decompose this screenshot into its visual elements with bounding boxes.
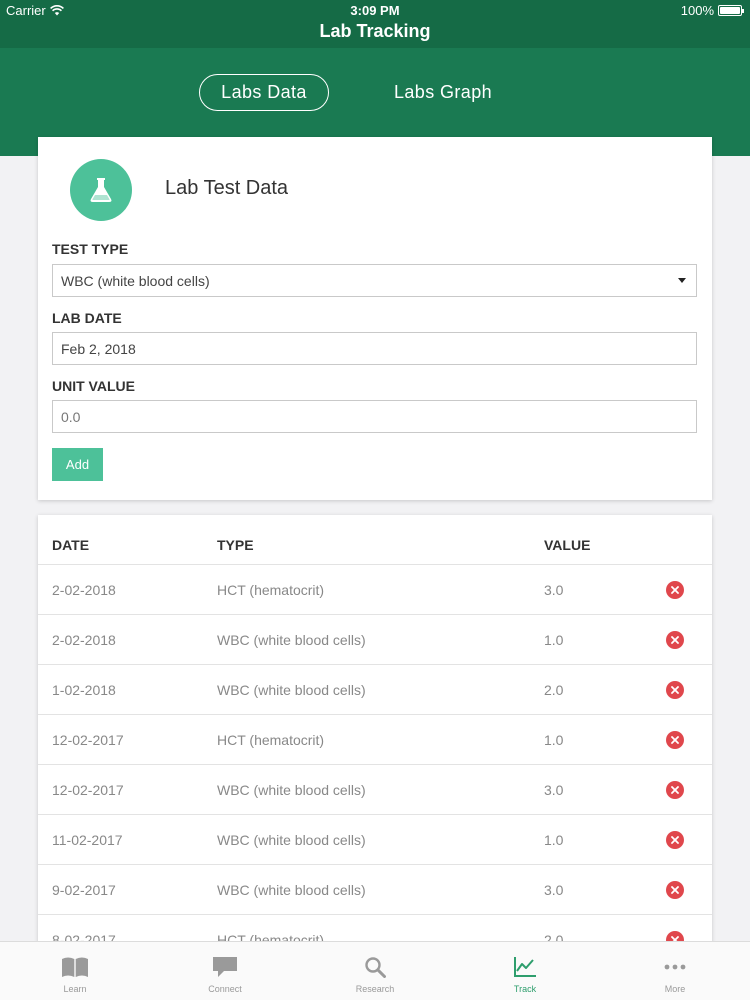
lab-results-table: DATE TYPE VALUE 2-02-2018 HCT (hematocrit… (38, 515, 712, 955)
line-chart-icon (514, 957, 536, 977)
more-dots-icon (664, 964, 686, 970)
column-header-type: TYPE (217, 537, 254, 553)
tab-learn[interactable]: Learn (0, 942, 150, 1000)
tab-research[interactable]: Research (300, 942, 450, 1000)
table-row: 11-02-2017 WBC (white blood cells) 1.0 (38, 815, 712, 865)
form-title: Lab Test Data (165, 177, 289, 199)
book-icon (62, 957, 88, 977)
table-row: 12-02-2017 HCT (hematocrit) 1.0 (38, 715, 712, 765)
close-icon (671, 736, 679, 744)
row-value: 2.0 (544, 682, 564, 698)
delete-button[interactable] (666, 881, 684, 899)
flask-icon (70, 159, 132, 221)
tab-track-label: Track (513, 984, 537, 994)
close-icon (671, 886, 679, 894)
row-date: 2-02-2018 (52, 582, 116, 598)
row-value: 1.0 (544, 632, 564, 648)
row-type: HCT (hematocrit) (217, 582, 325, 598)
delete-button[interactable] (666, 631, 684, 649)
row-date: 1-02-2018 (52, 682, 116, 698)
add-button[interactable]: Add (52, 448, 103, 481)
battery-info: 100% (680, 3, 744, 18)
row-date: 2-02-2018 (52, 632, 116, 648)
close-icon (671, 636, 679, 644)
close-icon (671, 836, 679, 844)
unit-value-label: UNIT VALUE (52, 378, 135, 394)
unit-value-field[interactable] (52, 400, 697, 433)
row-type: WBC (white blood cells) (217, 632, 366, 648)
table-row: 2-02-2018 WBC (white blood cells) 1.0 (38, 615, 712, 665)
tab-labs-data[interactable]: Labs Data (199, 74, 329, 111)
bottom-tab-bar: Learn Connect Research Track More (0, 941, 750, 1000)
battery-percent: 100% (680, 3, 714, 18)
delete-button[interactable] (666, 581, 684, 599)
status-bar: Carrier 3:09 PM 100% (0, 0, 750, 20)
column-header-value: VALUE (544, 537, 591, 553)
test-type-label: TEST TYPE (52, 241, 129, 257)
close-icon (671, 586, 679, 594)
delete-button[interactable] (666, 731, 684, 749)
column-header-date: DATE (52, 537, 90, 553)
row-date: 12-02-2017 (52, 732, 124, 748)
table-row: 12-02-2017 WBC (white blood cells) 3.0 (38, 765, 712, 815)
delete-button[interactable] (666, 831, 684, 849)
tab-more-label: More (664, 984, 686, 994)
row-value: 1.0 (544, 832, 564, 848)
status-time: 3:09 PM (350, 3, 400, 18)
tab-research-label: Research (355, 984, 395, 994)
row-value: 3.0 (544, 882, 564, 898)
close-icon (671, 786, 679, 794)
tab-labs-graph[interactable]: Labs Graph (378, 74, 508, 111)
row-value: 3.0 (544, 782, 564, 798)
lab-date-field[interactable] (52, 332, 697, 365)
page-title: Lab Tracking (319, 21, 431, 41)
table-row: 1-02-2018 WBC (white blood cells) 2.0 (38, 665, 712, 715)
row-type: WBC (white blood cells) (217, 882, 366, 898)
row-date: 11-02-2017 (52, 832, 123, 848)
table-row: 9-02-2017 WBC (white blood cells) 3.0 (38, 865, 712, 915)
delete-button[interactable] (666, 681, 684, 699)
tab-more[interactable]: More (600, 942, 750, 1000)
test-type-value: WBC (white blood cells) (61, 272, 210, 289)
tab-connect[interactable]: Connect (150, 942, 300, 1000)
table-header: DATE TYPE VALUE (38, 515, 712, 565)
test-type-select[interactable]: WBC (white blood cells) (52, 264, 697, 297)
row-date: 12-02-2017 (52, 782, 124, 798)
lab-test-form-card: Lab Test Data TEST TYPE WBC (white blood… (38, 137, 712, 500)
chat-bubble-icon (213, 957, 237, 977)
row-value: 1.0 (544, 732, 564, 748)
battery-icon (718, 5, 744, 16)
tab-connect-label: Connect (208, 984, 242, 994)
caret-down-icon (678, 278, 686, 283)
tab-learn-label: Learn (63, 984, 87, 994)
nav-bar: Lab Tracking (0, 20, 750, 48)
row-type: HCT (hematocrit) (217, 732, 325, 748)
delete-button[interactable] (666, 781, 684, 799)
row-date: 9-02-2017 (52, 882, 116, 898)
lab-date-label: LAB DATE (52, 310, 122, 326)
tab-track[interactable]: Track (450, 942, 600, 1000)
row-type: WBC (white blood cells) (217, 832, 366, 848)
row-value: 3.0 (544, 582, 564, 598)
search-icon (365, 957, 386, 978)
row-type: WBC (white blood cells) (217, 682, 366, 698)
row-type: WBC (white blood cells) (217, 782, 366, 798)
close-icon (671, 686, 679, 694)
table-row: 2-02-2018 HCT (hematocrit) 3.0 (38, 565, 712, 615)
